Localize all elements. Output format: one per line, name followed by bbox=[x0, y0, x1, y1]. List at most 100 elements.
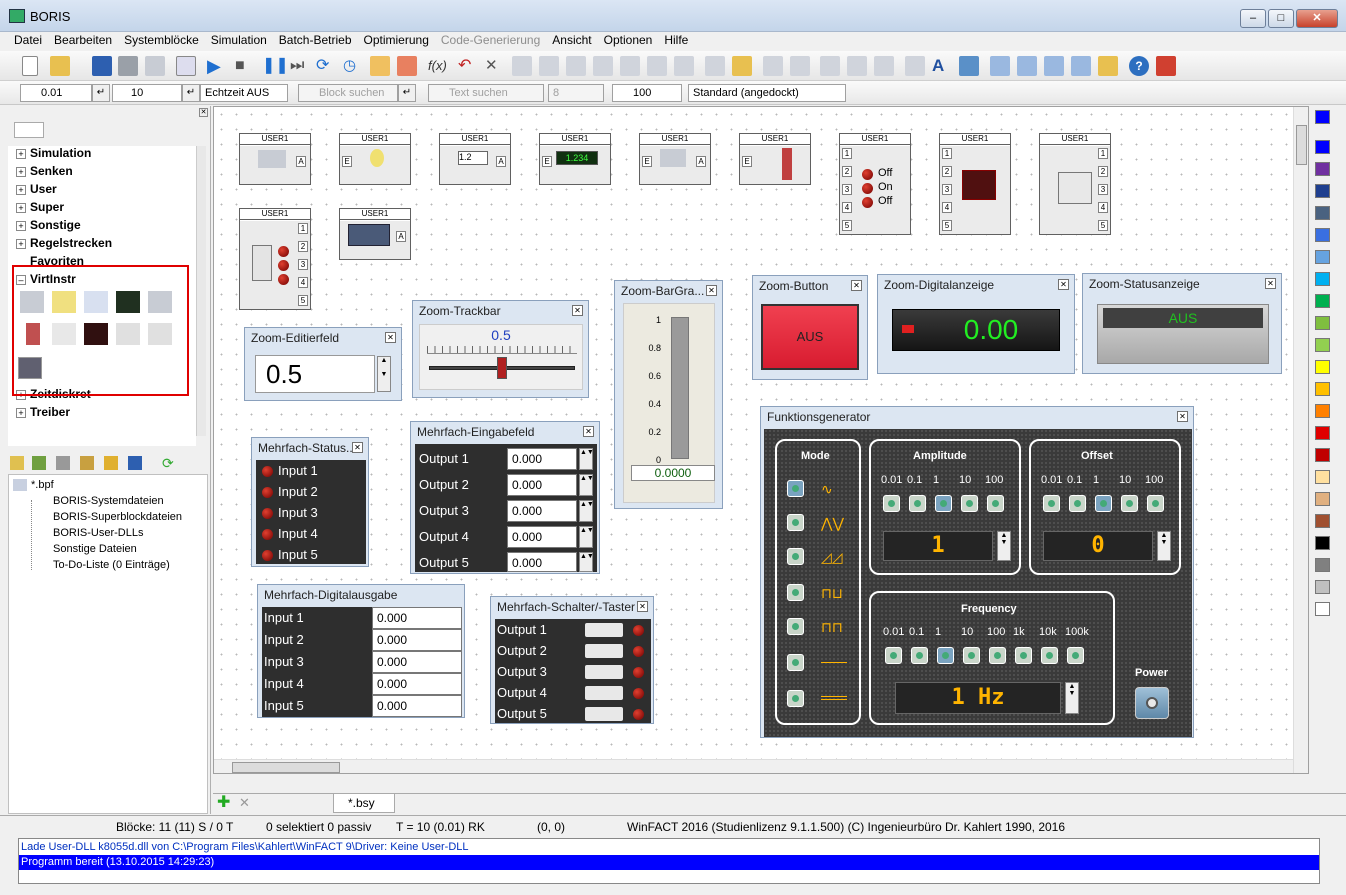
paste-icon[interactable] bbox=[566, 56, 586, 76]
color-swatch[interactable] bbox=[1315, 514, 1330, 528]
user-block-digital[interactable]: USER1 E 1.234 bbox=[539, 133, 611, 185]
multi-input-close-icon[interactable]: ✕ bbox=[583, 426, 594, 437]
hscroll-thumb[interactable] bbox=[232, 762, 340, 773]
frequency-range-button[interactable] bbox=[1015, 647, 1032, 664]
category-super[interactable]: + Super bbox=[16, 200, 64, 216]
multi-input-spin-3[interactable]: ▲▼ bbox=[579, 500, 594, 522]
mode-sine-button[interactable] bbox=[787, 480, 804, 497]
zoom-editfield-panel[interactable]: Zoom-Editierfeld ✕ 0.5 ▲ ▼ bbox=[244, 327, 402, 401]
mode-sawtooth-button[interactable] bbox=[787, 548, 804, 565]
bargraph-close-icon[interactable]: ✕ bbox=[706, 285, 717, 296]
tree-remove-icon[interactable] bbox=[56, 456, 70, 470]
tree-edit-icon[interactable] bbox=[80, 456, 94, 470]
multi-switch-panel[interactable]: Mehrfach-Schalter/-Taster ✕ Output 1 Outp… bbox=[490, 596, 654, 724]
amplitude-range-button[interactable] bbox=[987, 495, 1004, 512]
multi-input-spin-4[interactable]: ▲▼ bbox=[579, 526, 594, 548]
frequency-spin[interactable]: ▲ ▼ bbox=[1065, 682, 1079, 714]
frequency-range-button[interactable] bbox=[911, 647, 928, 664]
category-regelstrecken[interactable]: + Regelstrecken bbox=[16, 236, 112, 252]
multi-status-close-icon[interactable]: ✕ bbox=[352, 442, 363, 453]
trackbar-thumb[interactable] bbox=[497, 357, 507, 379]
function-icon[interactable]: f(x) bbox=[428, 56, 448, 76]
tree-item-systemdateien[interactable]: BORIS-Systemdateien bbox=[53, 495, 164, 509]
multi-input-panel[interactable]: Mehrfach-Eingabefeld ✕ Output 1 0.000 ▲▼ Ou… bbox=[410, 421, 600, 574]
editfield-value[interactable]: 0.5 bbox=[255, 355, 375, 393]
multi-input-field-4[interactable]: 0.000 bbox=[507, 526, 577, 548]
multi-switch-close-icon[interactable]: ✕ bbox=[637, 601, 648, 612]
tree-item-user-dlls[interactable]: BORIS-User-DLLs bbox=[53, 527, 143, 541]
end-time-field[interactable]: 10 bbox=[112, 84, 182, 102]
funcgen-close-icon[interactable]: ✕ bbox=[1177, 411, 1188, 422]
close-button[interactable]: ✕ bbox=[1296, 9, 1338, 28]
mode-pulse-button[interactable] bbox=[787, 618, 804, 635]
amplitude-range-button[interactable] bbox=[961, 495, 978, 512]
trackbar-close-icon[interactable]: ✕ bbox=[572, 305, 583, 316]
rotate-icon[interactable] bbox=[647, 56, 667, 76]
tree-refresh-icon[interactable]: ⟳ bbox=[162, 456, 176, 470]
color-swatch[interactable] bbox=[1315, 536, 1330, 550]
zoom-trackbar-panel[interactable]: Zoom-Trackbar ✕ 0.5 bbox=[412, 300, 589, 398]
zoom-button-panel[interactable]: Zoom-Button ✕ AUS bbox=[752, 275, 868, 380]
canvas-hscrollbar[interactable] bbox=[214, 759, 1293, 773]
block-canvas[interactable]: USER1 A USER1 E USER1 1.2 A USER1 E 1.234 USER… bbox=[213, 106, 1309, 774]
menu-hilfe[interactable]: Hilfe bbox=[658, 32, 694, 48]
color-swatch[interactable] bbox=[1315, 448, 1330, 462]
text-search-input[interactable]: Text suchen bbox=[428, 84, 544, 102]
color-swatch[interactable] bbox=[1315, 162, 1330, 176]
frequency-range-button[interactable] bbox=[1067, 647, 1084, 664]
clock-icon[interactable]: ◷ bbox=[343, 56, 363, 76]
close-tab-icon[interactable]: ✕ bbox=[239, 796, 253, 810]
step-apply-button[interactable]: ↵ bbox=[92, 84, 110, 102]
window-icon[interactable] bbox=[176, 56, 196, 76]
button-close-icon[interactable]: ✕ bbox=[851, 280, 862, 291]
tools3-icon[interactable] bbox=[874, 56, 894, 76]
menu-optionen[interactable]: Optionen bbox=[598, 32, 659, 48]
category-sonstige[interactable]: + Sonstige bbox=[16, 218, 81, 234]
menu-optimierung[interactable]: Optimierung bbox=[358, 32, 435, 48]
lock-icon[interactable] bbox=[1098, 56, 1118, 76]
color-swatch[interactable] bbox=[1315, 360, 1330, 374]
zoom-digital-panel[interactable]: Zoom-Digitalanzeige ✕ 0.00 bbox=[877, 274, 1075, 374]
color-swatch[interactable] bbox=[1315, 206, 1330, 220]
offset-range-button[interactable] bbox=[1069, 495, 1086, 512]
route-icon[interactable] bbox=[790, 56, 810, 76]
user-block-multidigital[interactable]: USER1 12345 bbox=[939, 133, 1011, 235]
tab-bsy[interactable]: *.bsy bbox=[333, 794, 395, 813]
step-size-field[interactable]: 0.01 bbox=[20, 84, 92, 102]
editfield-spinner[interactable]: ▲ ▼ bbox=[377, 356, 391, 392]
cut-icon[interactable] bbox=[512, 56, 532, 76]
mode-noise-button[interactable] bbox=[787, 690, 804, 707]
refresh-icon[interactable]: ⟳ bbox=[316, 56, 336, 76]
superblock-icon[interactable] bbox=[732, 56, 752, 76]
maximize-button[interactable]: □ bbox=[1268, 9, 1294, 28]
tree-open-icon[interactable] bbox=[10, 456, 24, 470]
vi-multiinput-icon[interactable] bbox=[116, 323, 140, 345]
realtime-select[interactable]: Echtzeit AUS bbox=[200, 84, 288, 102]
new-file-icon[interactable] bbox=[22, 56, 38, 76]
multi-input-field-5[interactable]: 0.000 bbox=[507, 552, 577, 572]
multi-input-field-1[interactable]: 0.000 bbox=[507, 448, 577, 470]
stop-icon[interactable]: ■ bbox=[235, 56, 255, 76]
tree-item-sonstige[interactable]: Sonstige Dateien bbox=[53, 543, 137, 557]
status-close-icon[interactable]: ✕ bbox=[1265, 278, 1276, 289]
multi-input-spin-2[interactable]: ▲▼ bbox=[579, 474, 594, 496]
user-block-funcgen[interactable]: USER1 A bbox=[339, 208, 411, 260]
layout-select[interactable]: Standard (angedockt) bbox=[688, 84, 846, 102]
user-block-button[interactable]: USER1 E A bbox=[639, 133, 711, 185]
menu-batch-betrieb[interactable]: Batch-Betrieb bbox=[273, 32, 358, 48]
frequency-range-button[interactable] bbox=[937, 647, 954, 664]
panel-close-icon[interactable]: ✕ bbox=[199, 108, 208, 117]
multi-digital-panel[interactable]: Mehrfach-Digitalausgabe Input 1 0.000 Inp… bbox=[257, 584, 465, 718]
group-icon[interactable] bbox=[705, 56, 725, 76]
offset-range-button[interactable] bbox=[1043, 495, 1060, 512]
zoom-status-panel[interactable]: Zoom-Statusanzeige ✕ AUS bbox=[1082, 273, 1282, 374]
frequency-range-button[interactable] bbox=[885, 647, 902, 664]
text-icon[interactable]: A bbox=[932, 56, 952, 76]
width-field[interactable]: 100 bbox=[612, 84, 682, 102]
multi-input-spin-5[interactable]: ▲▼ bbox=[579, 552, 594, 572]
amplitude-range-button[interactable] bbox=[909, 495, 926, 512]
tree-item-superblockdateien[interactable]: BORIS-Superblockdateien bbox=[53, 511, 182, 525]
color-swatch[interactable] bbox=[1315, 250, 1330, 264]
amplitude-spin[interactable]: ▲ ▼ bbox=[997, 531, 1011, 561]
switch-button-5[interactable] bbox=[585, 707, 623, 721]
